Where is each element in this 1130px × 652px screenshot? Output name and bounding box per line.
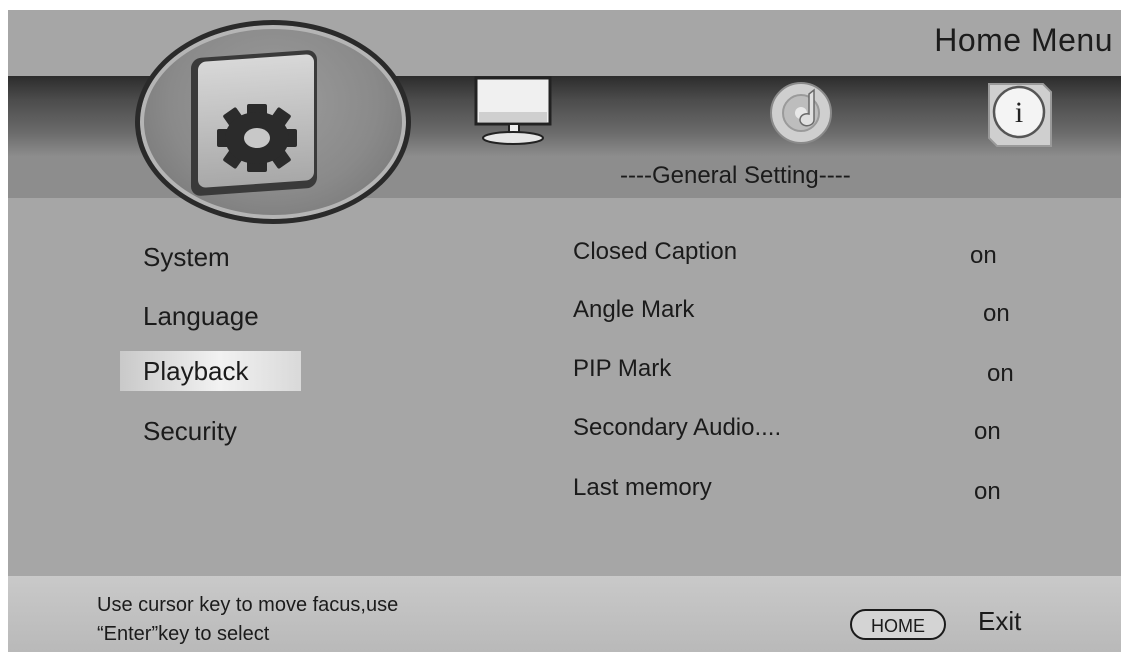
sidebar-item-security[interactable]: Security [120,411,260,451]
settings-gear-icon[interactable] [211,102,303,174]
footer-hint-line-1: Use cursor key to move facus,use [97,594,399,616]
sidebar-item-playback[interactable]: Playback [120,351,301,391]
setting-last-memory-label[interactable]: Last memory [573,474,712,502]
setting-angle-mark-label[interactable]: Angle Mark [573,296,694,324]
svg-text:i: i [1015,96,1023,129]
setting-angle-mark-value[interactable]: on [983,300,1010,328]
setting-pip-mark-label[interactable]: PIP Mark [573,355,671,383]
home-key-button[interactable]: HOME [850,609,946,640]
home-menu-screen: Home Menu i ----General Setting---- Syst… [8,10,1121,652]
disc-music-icon[interactable] [768,80,834,146]
setting-secondary-audio-value[interactable]: on [974,418,1001,446]
sidebar-item-language[interactable]: Language [120,296,282,336]
page-title: Home Menu [934,22,1113,58]
section-subtitle: ----General Setting---- [620,162,851,189]
setting-closed-caption-label[interactable]: Closed Caption [573,238,737,266]
setting-pip-mark-value[interactable]: on [987,360,1014,388]
exit-label[interactable]: Exit [978,606,1021,637]
monitor-icon[interactable] [473,76,553,148]
sidebar-item-system[interactable]: System [120,237,253,277]
footer-hint-line-2: “Enter”key to select [97,623,270,645]
setting-closed-caption-value[interactable]: on [970,242,997,270]
info-icon[interactable]: i [983,80,1055,150]
setting-last-memory-value[interactable]: on [974,478,1001,506]
setting-secondary-audio-label[interactable]: Secondary Audio.... [573,414,781,442]
